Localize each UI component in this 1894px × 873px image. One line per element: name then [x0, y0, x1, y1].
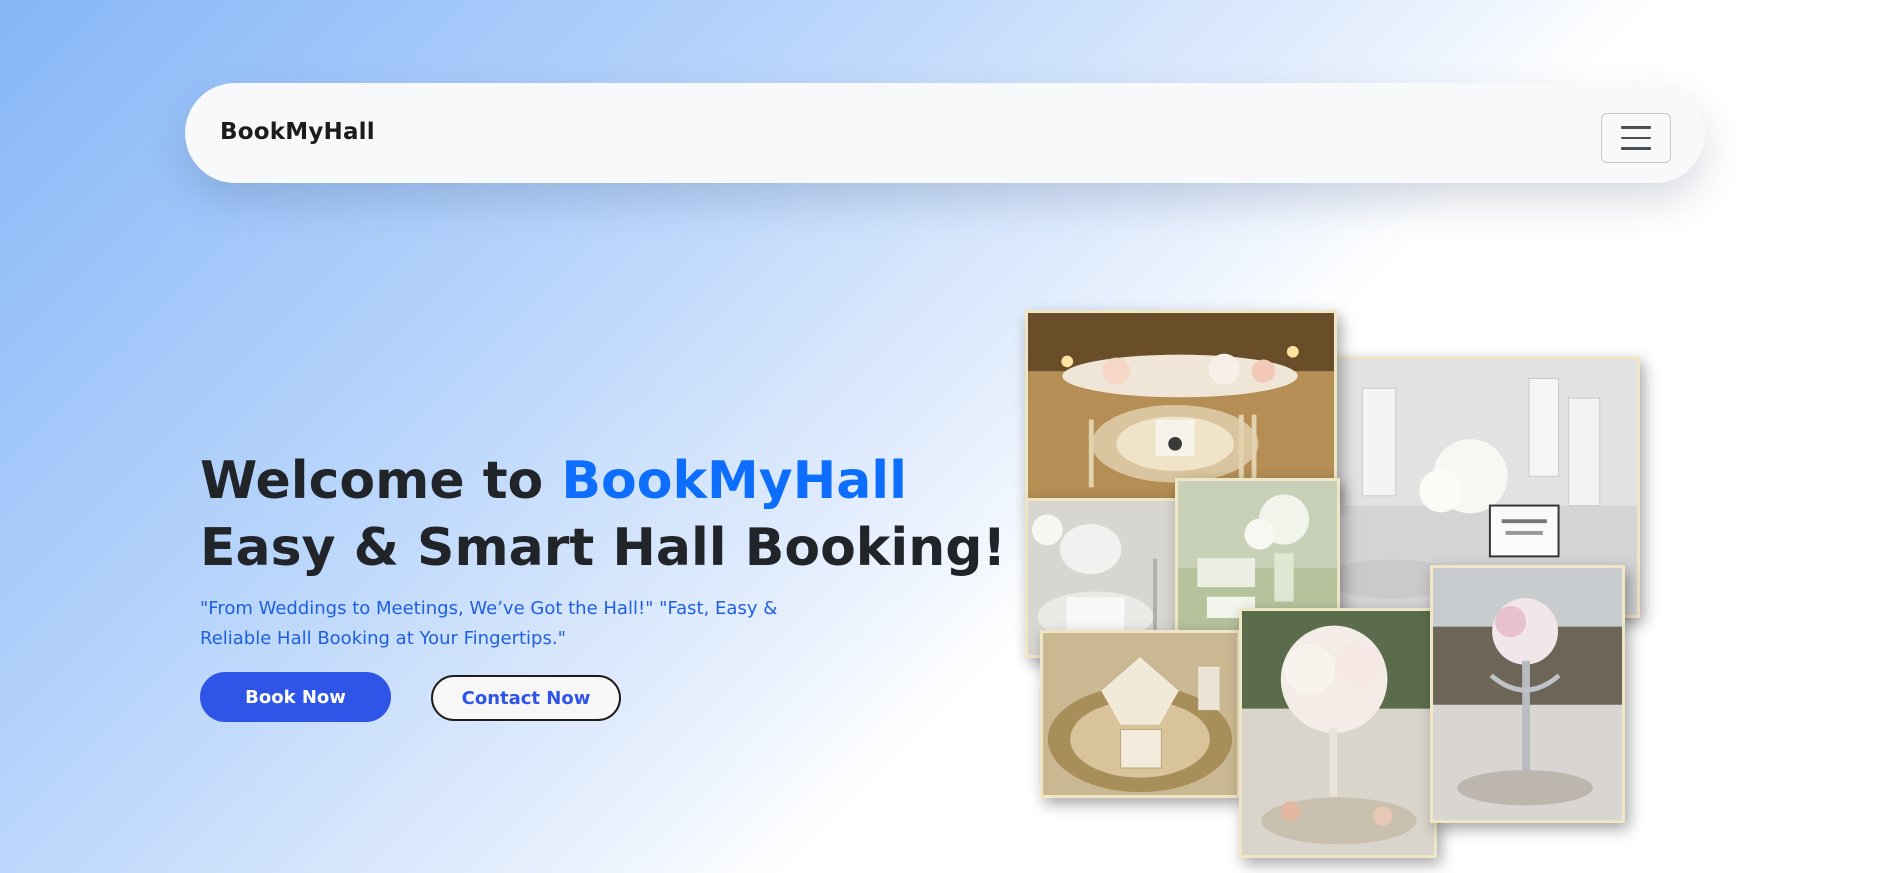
navbar: BookMyHall	[185, 83, 1705, 183]
book-now-button[interactable]: Book Now	[200, 672, 391, 722]
hamburger-menu-icon-bar	[1621, 136, 1651, 140]
hamburger-menu-icon-bar	[1621, 147, 1651, 150]
collage-photo-napkin-plate	[1040, 630, 1240, 798]
menu-toggle-button[interactable]	[1601, 113, 1671, 163]
collage-photo-gold-table	[1025, 310, 1337, 502]
contact-now-button[interactable]: Contact Now	[431, 675, 621, 721]
hero-title: Welcome to BookMyHall Easy & Smart Hall …	[200, 448, 1006, 582]
hall-photo-collage	[1025, 310, 1640, 860]
hero-tagline: "From Weddings to Meetings, We’ve Got th…	[200, 598, 778, 649]
hero-title-prefix: Welcome to	[200, 451, 562, 511]
hero-title-line2: Easy & Smart Hall Booking!	[200, 518, 1007, 578]
brand-logo[interactable]: BookMyHall	[220, 119, 375, 145]
collage-photo-candelabra	[1430, 565, 1625, 823]
hamburger-menu-icon	[1621, 126, 1651, 129]
hero-title-accent: BookMyHall	[561, 451, 907, 511]
collage-photo-flower-centerpiece	[1239, 608, 1437, 858]
